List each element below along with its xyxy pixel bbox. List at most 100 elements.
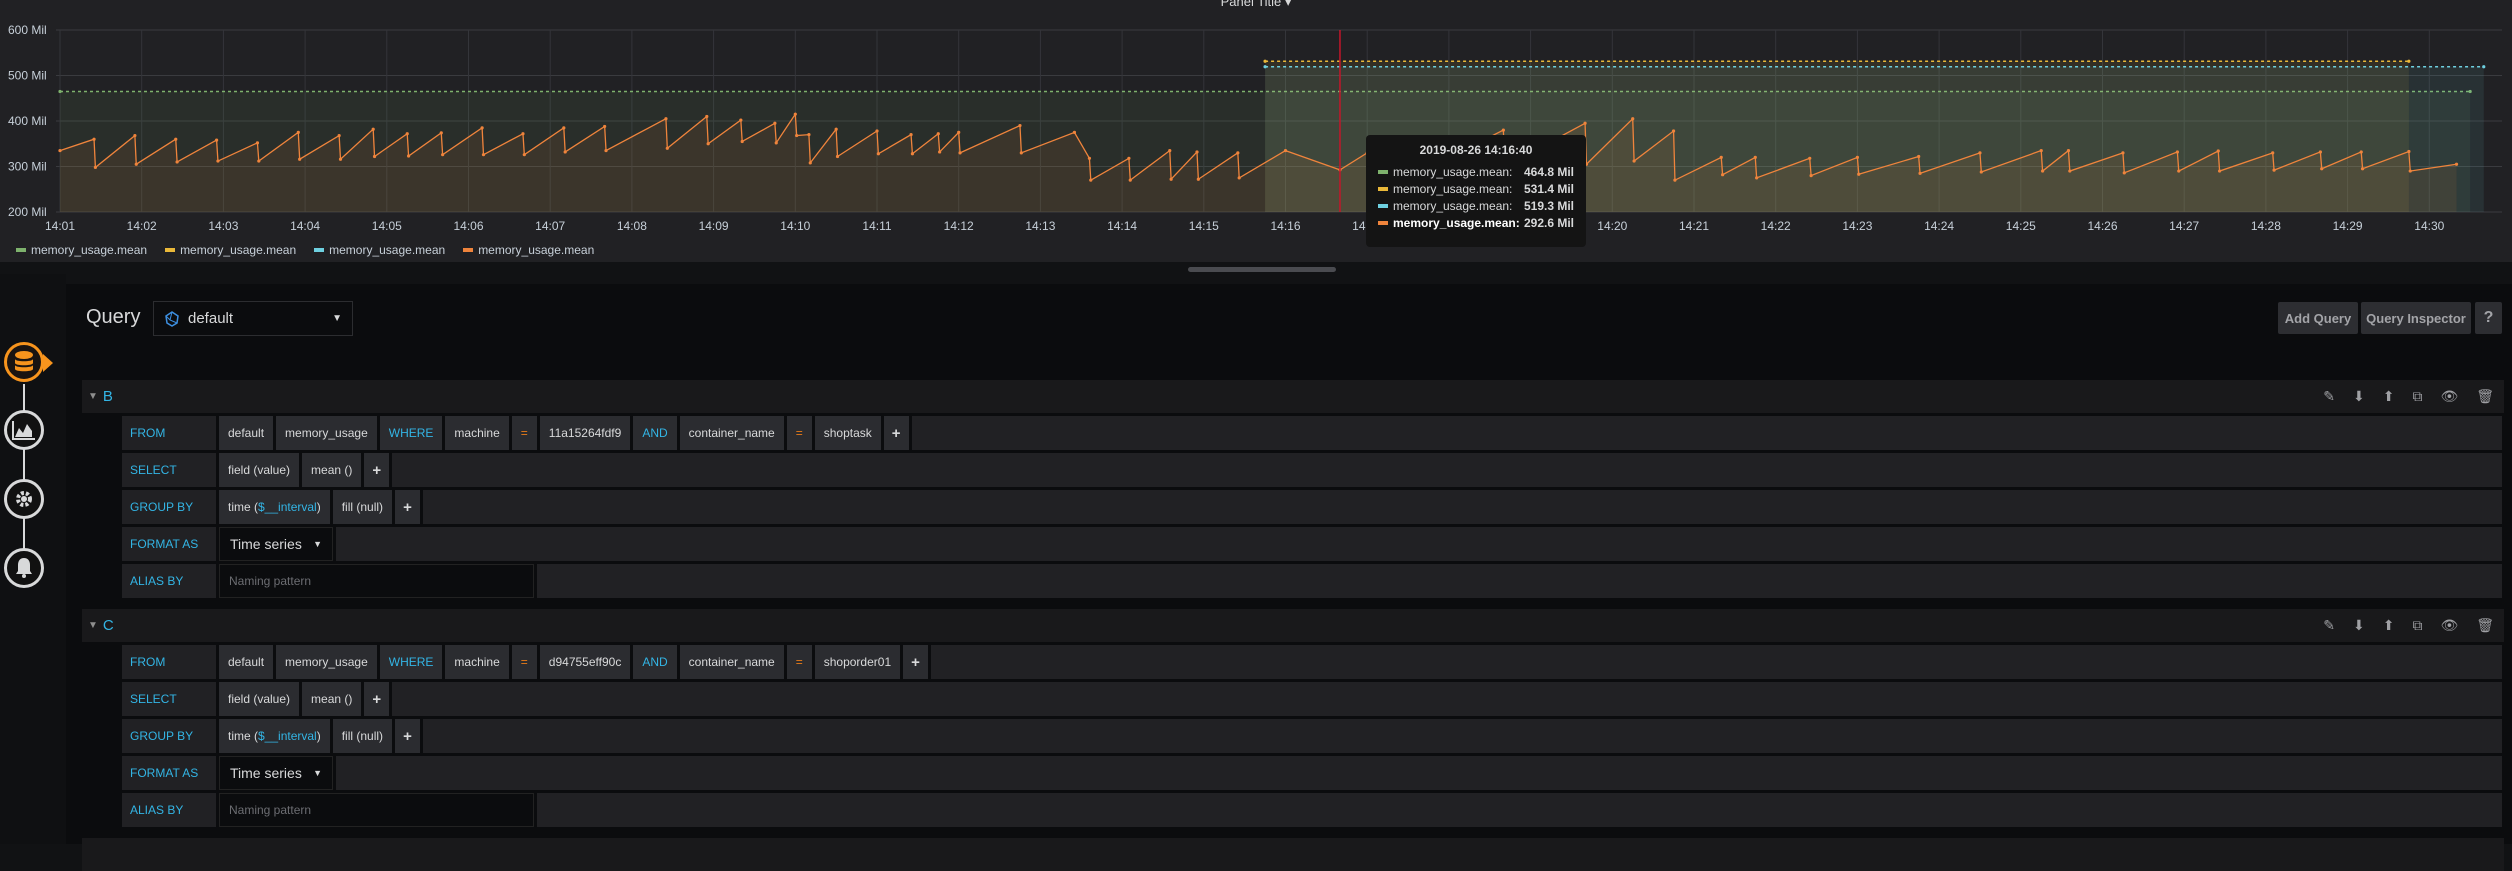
sidebar-queries[interactable] bbox=[4, 342, 44, 382]
pencil-icon[interactable]: ✎ bbox=[2323, 617, 2335, 634]
legend-item[interactable]: memory_usage.mean bbox=[463, 243, 594, 257]
chart[interactable]: 200 Mil 300 Mil 400 Mil 500 Mil 600 Mil 14:01… bbox=[0, 0, 2512, 240]
query-segment[interactable]: AND bbox=[633, 416, 677, 450]
arrow-down-icon[interactable]: ⬇ bbox=[2353, 388, 2365, 405]
format-as-row: FORMAT AS Time series ▼ bbox=[122, 756, 2502, 790]
query-segment[interactable]: WHERE bbox=[379, 645, 443, 679]
query-segment[interactable]: d94755eff90c bbox=[539, 645, 631, 679]
query-segment[interactable]: memory_usage bbox=[276, 416, 377, 450]
query-segment[interactable]: WHERE bbox=[379, 416, 443, 450]
query-segment[interactable]: AND bbox=[633, 645, 677, 679]
time-prefix: time ( bbox=[228, 500, 258, 514]
add-condition-button[interactable]: + bbox=[903, 645, 928, 679]
collapse-caret-icon[interactable]: ▼ bbox=[88, 391, 98, 402]
format-as-select[interactable]: Time series ▼ bbox=[219, 527, 333, 561]
data-point bbox=[2216, 149, 2220, 153]
alias-by-input[interactable]: Naming pattern bbox=[219, 564, 534, 598]
sidebar-general[interactable] bbox=[4, 479, 44, 519]
legend-item[interactable]: memory_usage.mean bbox=[165, 243, 296, 257]
query-segment[interactable]: = bbox=[786, 645, 812, 679]
arrow-up-icon[interactable]: ⬆ bbox=[2383, 388, 2395, 405]
data-point bbox=[439, 131, 443, 135]
query-segment[interactable]: machine bbox=[445, 416, 509, 450]
collapse-caret-icon[interactable]: ▼ bbox=[88, 620, 98, 631]
query-segment[interactable]: default bbox=[219, 645, 274, 679]
data-point bbox=[521, 132, 525, 136]
x-tick-label: 14:10 bbox=[780, 219, 810, 233]
add-select-button[interactable]: + bbox=[364, 682, 390, 716]
group-by-fill[interactable]: fill (null) bbox=[332, 719, 393, 753]
data-point bbox=[134, 162, 138, 166]
query-header-B[interactable]: ▼ B ✎ ⬇ ⬆ ⧉ 👁 🗑 bbox=[82, 380, 2504, 413]
trash-icon[interactable]: 🗑 bbox=[2476, 617, 2494, 634]
data-point bbox=[2320, 167, 2324, 171]
editor-sidebar bbox=[0, 274, 66, 844]
add-condition-button[interactable]: + bbox=[883, 416, 909, 450]
query-segment[interactable]: default bbox=[219, 416, 274, 450]
resize-handle[interactable] bbox=[1188, 267, 1336, 272]
query-segment[interactable]: container_name bbox=[679, 645, 784, 679]
query-segment[interactable]: memory_usage bbox=[276, 645, 377, 679]
sidebar-alert[interactable] bbox=[4, 548, 44, 588]
add-select-button[interactable]: + bbox=[364, 453, 390, 487]
arrow-up-icon[interactable]: ⬆ bbox=[2383, 617, 2395, 634]
query-segment[interactable]: shoporder01 bbox=[814, 645, 901, 679]
legend-item[interactable]: memory_usage.mean bbox=[16, 243, 147, 257]
group-by-time[interactable]: time ($__interval) bbox=[219, 490, 330, 524]
alias-by-input[interactable]: Naming pattern bbox=[219, 793, 534, 827]
copy-icon[interactable]: ⧉ bbox=[2412, 388, 2422, 405]
row-label: FROM bbox=[122, 645, 216, 679]
data-point bbox=[2121, 151, 2125, 155]
trash-icon[interactable]: 🗑 bbox=[2476, 388, 2494, 405]
data-point bbox=[1631, 117, 1635, 121]
query-segment[interactable]: machine bbox=[445, 645, 509, 679]
query-segment[interactable]: = bbox=[511, 645, 537, 679]
query-inspector-button[interactable]: Query Inspector bbox=[2361, 302, 2471, 334]
data-point bbox=[793, 112, 797, 116]
select-part[interactable]: field (value) bbox=[219, 453, 300, 487]
query-segment[interactable]: = bbox=[511, 416, 537, 450]
datasource-select[interactable]: default ▼ bbox=[153, 301, 353, 336]
data-point bbox=[2359, 150, 2363, 154]
x-tick-label: 14:13 bbox=[1025, 219, 1055, 233]
tooltip-series-name: memory_usage.mean: bbox=[1393, 198, 1513, 213]
select-part[interactable]: field (value) bbox=[219, 682, 300, 716]
y-tick-label: 400 Mil bbox=[8, 114, 47, 128]
tooltip-row: memory_usage.mean: 519.3 Mil bbox=[1378, 197, 1574, 214]
copy-icon[interactable]: ⧉ bbox=[2412, 617, 2422, 634]
row-filler bbox=[537, 564, 2502, 598]
format-as-select[interactable]: Time series ▼ bbox=[219, 756, 333, 790]
help-button[interactable]: ? bbox=[2475, 302, 2502, 334]
data-point bbox=[298, 157, 302, 161]
x-tick-label: 14:11 bbox=[862, 219, 891, 233]
arrow-down-icon[interactable]: ⬇ bbox=[2353, 617, 2365, 634]
data-point bbox=[174, 137, 178, 141]
sidebar-visualization[interactable] bbox=[4, 410, 44, 450]
data-point bbox=[834, 127, 838, 131]
query-segment[interactable]: = bbox=[786, 416, 812, 450]
data-point bbox=[1753, 155, 1757, 159]
row-label: SELECT bbox=[122, 682, 216, 716]
query-segment[interactable]: container_name bbox=[679, 416, 784, 450]
panel-splitter[interactable] bbox=[0, 262, 2512, 274]
format-as-row: FORMAT AS Time series ▼ bbox=[122, 527, 2502, 561]
legend-swatch bbox=[165, 248, 176, 252]
add-query-button[interactable]: Add Query bbox=[2278, 302, 2358, 334]
legend-item[interactable]: memory_usage.mean bbox=[314, 243, 445, 257]
eye-icon[interactable]: 👁 bbox=[2440, 617, 2458, 634]
pencil-icon[interactable]: ✎ bbox=[2323, 388, 2335, 405]
group-by-row: GROUP BY time ($__interval) fill (null) + bbox=[122, 719, 2502, 753]
tooltip-row: memory_usage.mean: 464.8 Mil bbox=[1378, 163, 1574, 180]
query-title: Query bbox=[86, 306, 141, 328]
select-part[interactable]: mean () bbox=[302, 453, 362, 487]
add-group-by-button[interactable]: + bbox=[395, 719, 420, 753]
group-by-fill[interactable]: fill (null) bbox=[332, 490, 393, 524]
query-segment[interactable]: 11a15264fdf9 bbox=[539, 416, 631, 450]
eye-icon[interactable]: 👁 bbox=[2440, 388, 2458, 405]
query-header-C[interactable]: ▼ C ✎ ⬇ ⬆ ⧉ 👁 🗑 bbox=[82, 609, 2504, 642]
data-point bbox=[175, 160, 179, 164]
query-segment[interactable]: shoptask bbox=[814, 416, 881, 450]
select-part[interactable]: mean () bbox=[302, 682, 362, 716]
group-by-time[interactable]: time ($__interval) bbox=[219, 719, 330, 753]
add-group-by-button[interactable]: + bbox=[395, 490, 420, 524]
